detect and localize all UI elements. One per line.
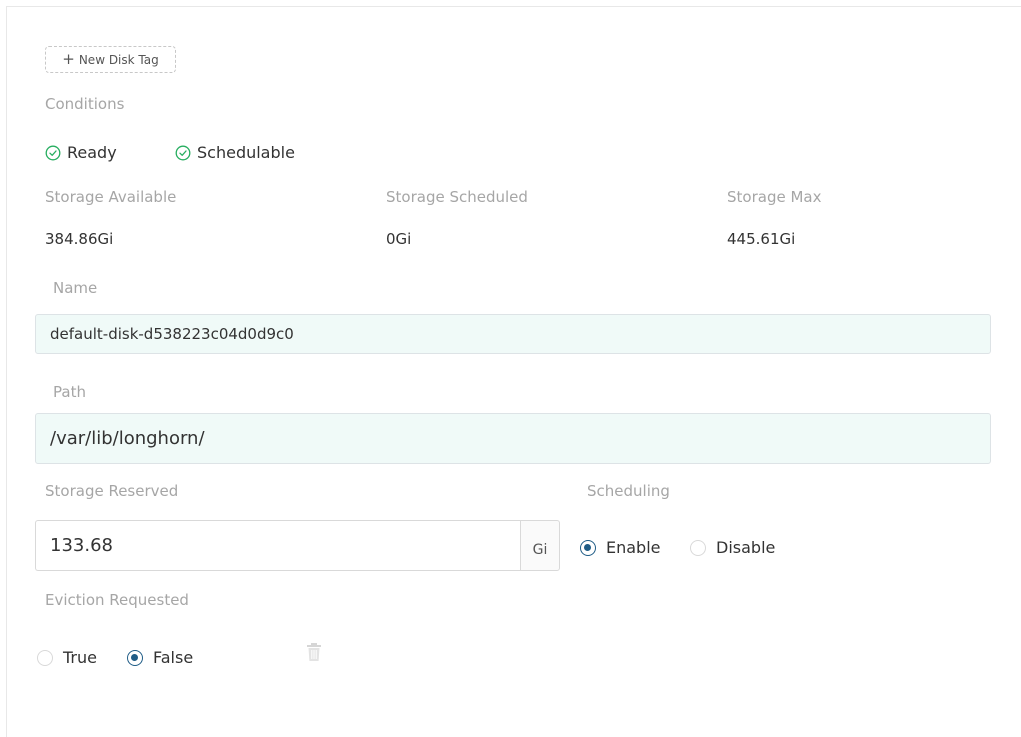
conditions-label: Conditions — [45, 95, 125, 113]
radio-unselected-icon — [37, 649, 53, 666]
scheduling-disable-label: Disable — [716, 538, 776, 557]
check-circle-icon — [45, 145, 61, 160]
eviction-false-label: False — [153, 648, 194, 667]
storage-max-value: 445.61Gi — [727, 230, 796, 248]
storage-max-label: Storage Max — [727, 188, 822, 206]
storage-scheduled-label: Storage Scheduled — [386, 188, 528, 206]
condition-schedulable-label: Schedulable — [197, 143, 295, 162]
storage-reserved-input[interactable]: 133.68 — [35, 520, 520, 571]
storage-available-value: 384.86Gi — [45, 230, 114, 248]
storage-reserved-label: Storage Reserved — [45, 482, 179, 500]
path-label: Path — [53, 383, 86, 401]
scheduling-disable-radio[interactable]: Disable — [690, 538, 775, 557]
condition-ready-label: Ready — [67, 143, 117, 162]
eviction-true-radio[interactable]: True — [37, 648, 97, 667]
path-value: /var/lib/longhorn/ — [50, 428, 205, 449]
eviction-true-label: True — [63, 648, 97, 667]
storage-available-label: Storage Available — [45, 188, 177, 206]
eviction-label: Eviction Requested — [45, 591, 189, 609]
trash-icon[interactable] — [305, 642, 323, 662]
condition-schedulable: Schedulable — [175, 143, 295, 162]
disk-panel — [6, 6, 1021, 737]
new-disk-tag-label: New Disk Tag — [78, 52, 159, 67]
plus-icon: + — [62, 50, 75, 68]
storage-scheduled-value: 0Gi — [386, 230, 412, 248]
storage-reserved-value: 133.68 — [50, 535, 113, 556]
scheduling-label: Scheduling — [587, 482, 670, 500]
path-field[interactable]: /var/lib/longhorn/ — [35, 413, 991, 464]
name-value: default-disk-d538223c04d0d9c0 — [50, 325, 294, 343]
radio-unselected-icon — [690, 539, 706, 556]
check-circle-icon — [175, 145, 191, 160]
name-field[interactable]: default-disk-d538223c04d0d9c0 — [35, 314, 991, 354]
scheduling-enable-label: Enable — [606, 538, 661, 557]
radio-selected-icon — [580, 539, 596, 556]
storage-reserved-unit: Gi — [520, 520, 560, 571]
new-disk-tag-button[interactable]: + New Disk Tag — [45, 46, 176, 73]
radio-selected-icon — [127, 649, 143, 666]
condition-ready: Ready — [45, 143, 117, 162]
eviction-false-radio[interactable]: False — [127, 648, 193, 667]
scheduling-enable-radio[interactable]: Enable — [580, 538, 661, 557]
name-label: Name — [53, 279, 98, 297]
